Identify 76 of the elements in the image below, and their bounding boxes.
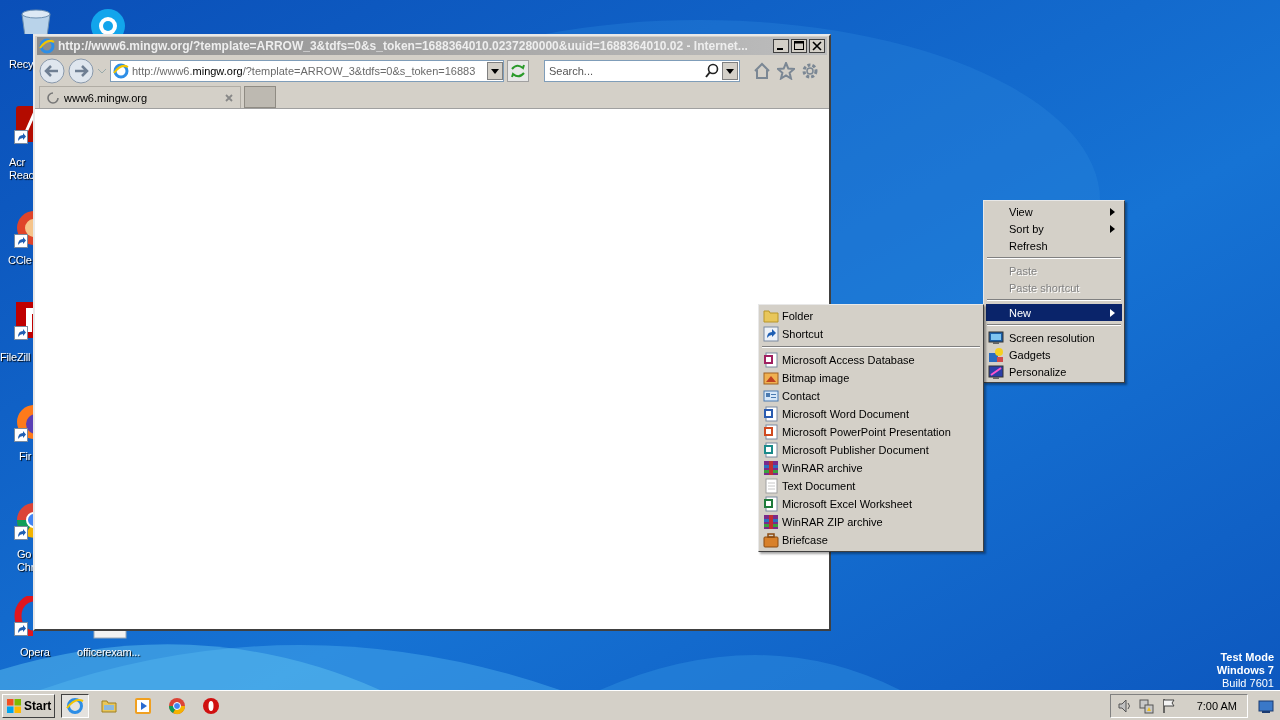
menu-item[interactable]: Microsoft Access Database <box>761 351 981 369</box>
menu-item[interactable]: WinRAR archive <box>761 459 981 477</box>
back-button[interactable] <box>39 58 65 84</box>
desktop-icon-label[interactable]: CCle <box>8 254 32 267</box>
system-notice-text: Test Mode <box>1219 651 1274 664</box>
minimize-button[interactable] <box>773 39 789 53</box>
desktop-icon-label[interactable]: Recy <box>9 58 34 71</box>
speaker-icon[interactable] <box>1116 697 1133 714</box>
submenu-arrow-icon <box>1110 308 1116 317</box>
text-document-icon <box>763 478 779 494</box>
menu-item[interactable]: Sort by <box>986 220 1122 237</box>
opera-icon <box>202 696 221 715</box>
monitor-icon <box>988 329 1004 346</box>
search-icon[interactable] <box>704 63 720 79</box>
system-notice-text: Build 7601 <box>1221 677 1274 690</box>
taskbar-app-button[interactable] <box>61 693 90 718</box>
menu-item[interactable]: Contact <box>761 387 981 405</box>
show-desktop-icon[interactable] <box>1258 697 1274 714</box>
menu-item[interactable]: Microsoft Publisher Document <box>761 441 981 459</box>
maximize-button[interactable] <box>791 39 807 53</box>
opera-icon[interactable] <box>14 596 33 636</box>
browser-tab[interactable]: www6.mingw.org <box>39 86 241 108</box>
menu-item[interactable]: Microsoft Excel Worksheet <box>761 495 981 513</box>
spreadsheet-document-icon <box>763 496 779 512</box>
desktop-icon-label[interactable]: Fir <box>19 450 32 463</box>
menu-item[interactable]: New <box>986 304 1122 321</box>
desktop-icon-label[interactable]: Acr Reac <box>9 156 34 182</box>
forward-button[interactable] <box>68 58 94 84</box>
flag-icon[interactable] <box>1160 697 1177 714</box>
system-notice-text: Windows 7 <box>1216 664 1274 677</box>
personalize-icon <box>988 363 1004 380</box>
browser-logo-icon <box>113 63 129 79</box>
menu-item[interactable]: Briefcase <box>761 531 981 549</box>
close-button[interactable] <box>809 39 825 53</box>
database-document-icon <box>763 352 779 368</box>
menu-item[interactable]: Shortcut <box>761 325 981 343</box>
start-button[interactable]: Start <box>2 693 56 718</box>
presentation-document-icon <box>763 424 779 440</box>
archive-icon <box>763 514 779 530</box>
desktop-icon-label[interactable]: Opera <box>20 646 50 659</box>
menu-item[interactable]: Folder <box>761 307 981 325</box>
browser-icon <box>66 696 85 715</box>
menu-item[interactable]: Text Document <box>761 477 981 495</box>
window-title: http://www6.mingw.org/?template=ARROW_3&tdfs=0&s_token=1688364010.0237280000&uuid=1688364010.02 - Internet... <box>58 39 749 53</box>
paint-image-icon <box>763 370 779 386</box>
desktop-icon-label[interactable]: FileZill <box>0 351 31 364</box>
menu-item[interactable]: Microsoft Word Document <box>761 405 981 423</box>
menu-item[interactable]: WinRAR ZIP archive <box>761 513 981 531</box>
windows-logo-icon <box>6 697 22 714</box>
contact-card-icon <box>763 388 779 404</box>
browser-logo-icon <box>39 38 55 54</box>
menu-item[interactable]: Screen resolution <box>986 329 1122 346</box>
gadgets-icon <box>988 346 1004 363</box>
network-icon[interactable] <box>1138 697 1155 714</box>
clock-text[interactable]: 7:00 AM <box>1196 699 1237 712</box>
menu-item[interactable]: Personalize <box>986 363 1122 380</box>
document-app-icon[interactable] <box>14 104 33 144</box>
menu-item[interactable]: Bitmap image <box>761 369 981 387</box>
publisher-document-icon <box>763 442 779 458</box>
menu-item[interactable]: View <box>986 203 1122 220</box>
dropdown-button[interactable] <box>487 62 503 80</box>
favorites-star-icon[interactable] <box>777 62 795 80</box>
briefcase-icon <box>763 532 779 548</box>
dropdown-button[interactable] <box>722 62 738 80</box>
menu-item[interactable]: Microsoft PowerPoint Presentation <box>761 423 981 441</box>
archive-icon <box>763 460 779 476</box>
loading-spinner-icon <box>46 90 60 105</box>
address-text[interactable]: http://www6.mingw.org/?template=ARROW_3&tdfs=0&s_token=16883 <box>132 65 484 77</box>
folder-icon <box>763 308 779 324</box>
menu-item[interactable]: Refresh <box>986 237 1122 254</box>
search-field[interactable]: Search... <box>544 60 740 82</box>
word-document-icon <box>763 406 779 422</box>
address-field[interactable]: http://www6.mingw.org/?template=ARROW_3&tdfs=0&s_token=16883 <box>110 60 504 82</box>
browser-icon <box>168 696 187 715</box>
media-player-icon <box>134 696 153 715</box>
menu-item[interactable]: Gadgets <box>986 346 1122 363</box>
